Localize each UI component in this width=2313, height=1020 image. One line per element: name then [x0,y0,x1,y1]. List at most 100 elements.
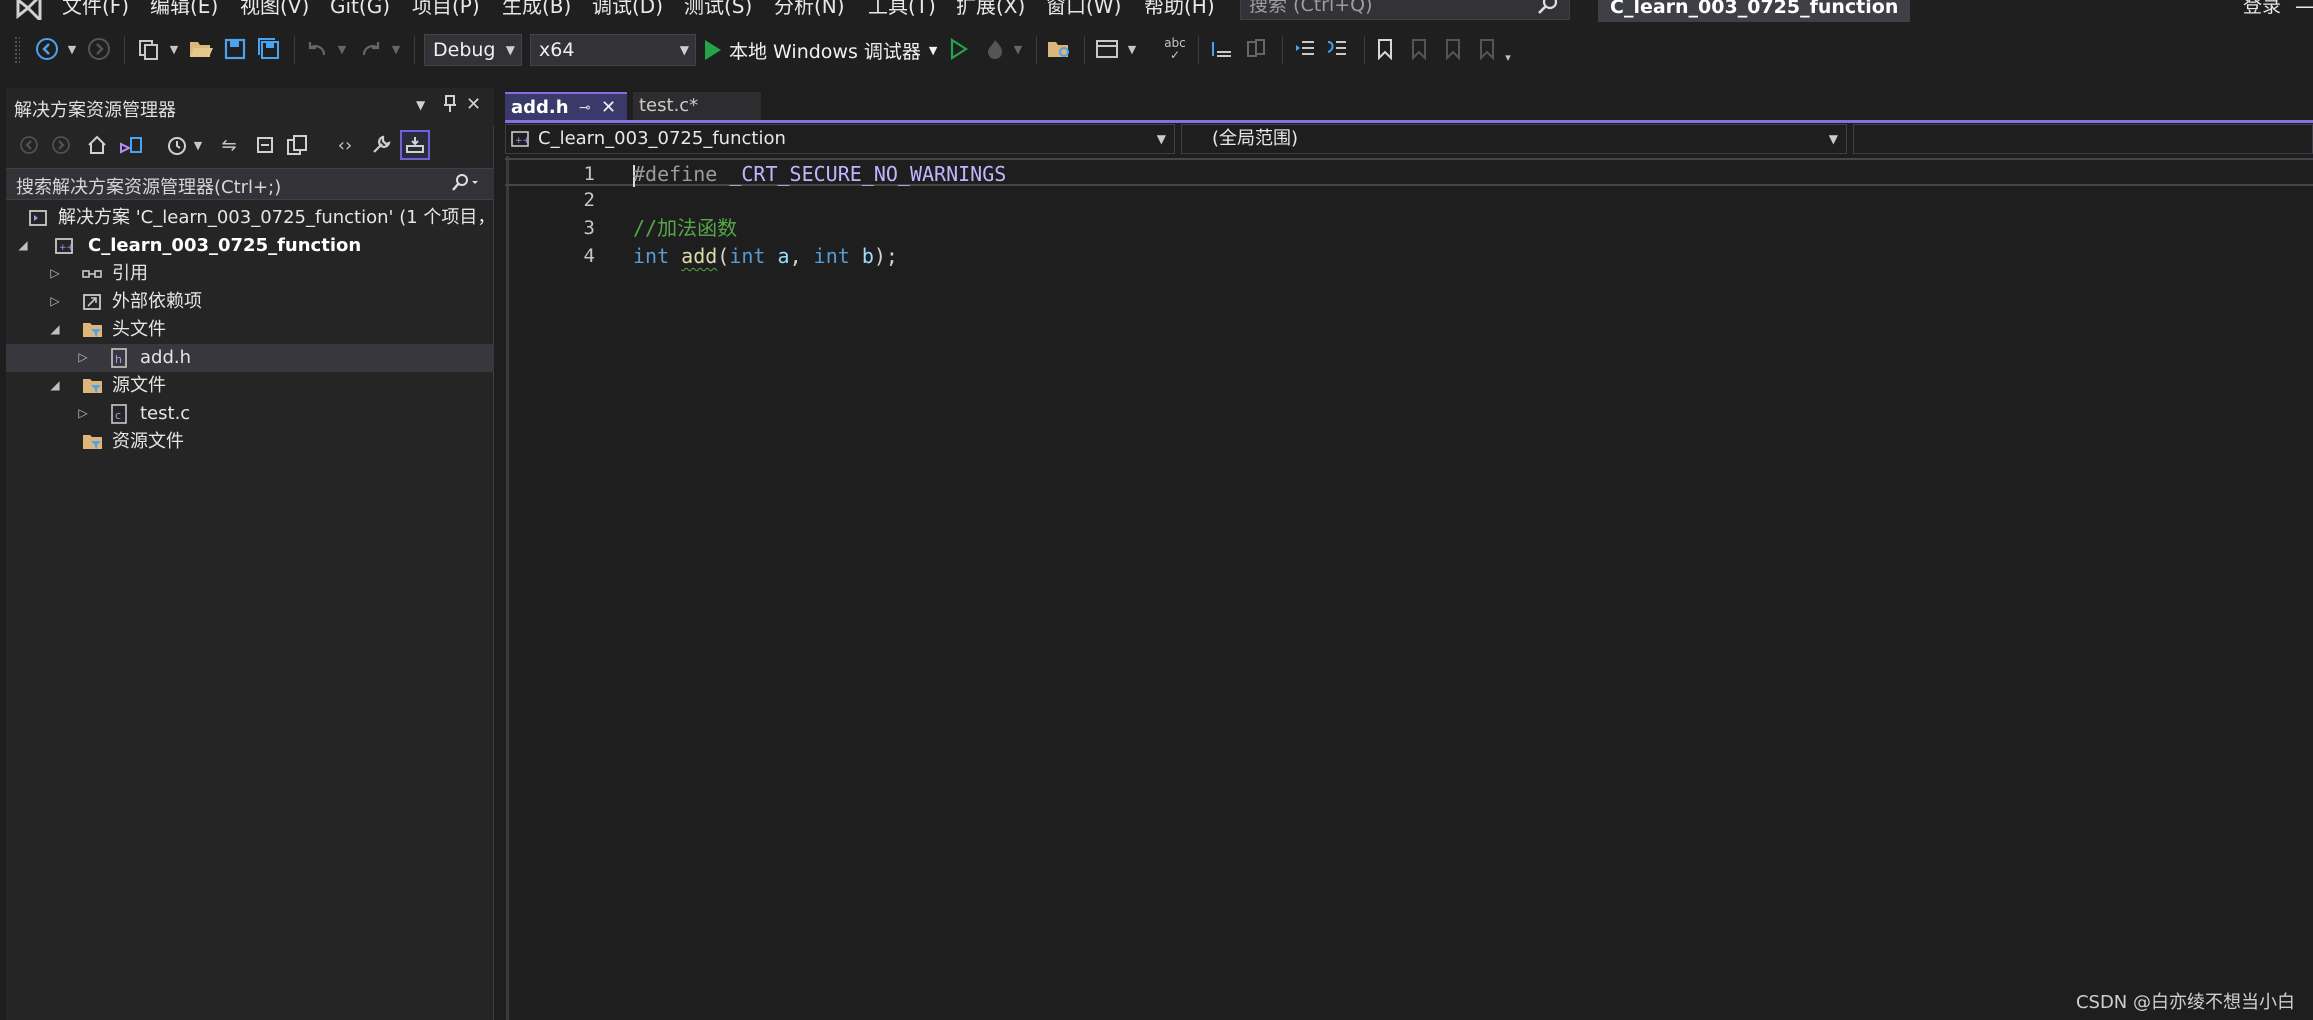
new-project-dropdown-icon[interactable]: ▼ [166,34,182,64]
undo-dropdown-icon[interactable]: ▼ [334,34,350,64]
tree-item-add-h[interactable]: ▷ h add.h [6,344,494,372]
window-layout-icon[interactable] [1092,34,1122,64]
pending-changes-filter-icon[interactable] [162,130,192,160]
menu-analyze[interactable]: 分析(N) [774,0,845,20]
redo-icon[interactable] [356,34,386,64]
spell-check-icon[interactable]: abc ✓ [1160,34,1190,64]
visual-studio-logo-icon[interactable] [14,0,44,24]
tree-item-solution[interactable]: 解决方案 'C_learn_003_0725_function' (1 个项目，… [6,204,494,232]
menu-window[interactable]: 窗口(W) [1046,0,1121,20]
open-file-icon[interactable] [186,34,216,64]
menu-tools[interactable]: 工具(T) [868,0,936,20]
next-bookmark-icon[interactable] [1438,34,1468,64]
bookmark-icon[interactable] [1370,34,1400,64]
toolbar-grip-icon[interactable] [14,36,20,64]
save-all-icon[interactable] [254,34,284,64]
menu-view[interactable]: 视图(V) [240,0,309,20]
menu-edit[interactable]: 编辑(E) [150,0,218,20]
decrease-indent-icon[interactable] [1290,34,1320,64]
close-panel-icon[interactable]: ✕ [466,94,481,115]
home-icon[interactable] [82,130,112,160]
collapsed-icon[interactable]: ▷ [76,349,90,365]
code-line[interactable]: 1 #define _CRT_SECURE_NO_WARNINGS [505,158,2313,188]
login-button[interactable]: 登录 [2243,0,2281,20]
line-number: 3 [583,217,595,239]
tree-item-references[interactable]: ▷ 引用 [6,260,494,288]
code-text: #define _CRT_SECURE_NO_WARNINGS [633,160,1006,188]
menu-extensions[interactable]: 扩展(X) [956,0,1025,20]
properties-wrench-icon[interactable] [366,130,396,160]
close-tab-icon[interactable]: ✕ [601,94,616,122]
tree-item-project[interactable]: ◢ ++ C_learn_003_0725_function [6,232,494,260]
new-project-icon[interactable] [134,34,164,64]
se-back-icon[interactable] [14,130,44,160]
tab-add-h[interactable]: add.h ⊸ ✕ [505,92,627,120]
panel-options-dropdown-icon[interactable]: ▼ [416,98,425,112]
undo-icon[interactable] [302,34,332,64]
expanded-icon[interactable]: ◢ [16,237,30,253]
project-scope-select[interactable]: ++ C_learn_003_0725_function ▼ [505,124,1175,154]
toolbar: ▼ ▼ ▼ ▼ Debug ▼ x64 ▼ 本地 Windows 调试器 ▼ ▼… [0,22,2313,80]
collapsed-icon[interactable]: ▷ [48,265,62,281]
pin-tab-icon[interactable]: ⊸ [579,94,591,122]
toolbar-overflow-icon[interactable]: ▾ [1500,42,1516,72]
sync-active-document-icon[interactable]: ⇋ [214,130,244,160]
menu-test[interactable]: 测试(S) [684,0,752,20]
chevron-down-icon: ▼ [505,43,515,57]
tab-test-c[interactable]: test.c* [633,92,761,120]
navigate-back-dropdown-icon[interactable]: ▼ [64,34,80,64]
solution-explorer-search-input[interactable]: 搜索解决方案资源管理器(Ctrl+;) [6,168,494,200]
tree-item-source-files[interactable]: ◢ 源文件 [6,372,494,400]
se-forward-icon[interactable] [46,130,76,160]
expanded-icon[interactable]: ◢ [48,377,62,393]
menu-help[interactable]: 帮助(H) [1144,0,1215,20]
browse-folder-icon[interactable] [1044,34,1074,64]
collapsed-icon[interactable]: ▷ [48,293,62,309]
play-icon [705,40,721,60]
switch-views-icon[interactable] [116,130,146,160]
navigate-back-icon[interactable] [32,34,62,64]
hot-reload-dropdown-icon[interactable]: ▼ [1010,34,1026,64]
expanded-icon[interactable]: ◢ [48,321,62,337]
uncomment-icon[interactable] [1240,34,1270,64]
menu-build[interactable]: 生成(B) [502,0,571,20]
tree-item-external-deps[interactable]: ▷ 外部依赖项 [6,288,494,316]
tree-item-resource-files[interactable]: 资源文件 [6,428,494,456]
tree-item-test-c[interactable]: ▷ c test.c [6,400,494,428]
navigate-forward-icon[interactable] [84,34,114,64]
previous-bookmark-icon[interactable] [1404,34,1434,64]
tree-item-header-files[interactable]: ◢ 头文件 [6,316,494,344]
menu-git[interactable]: Git(G) [330,0,390,20]
show-all-files-icon[interactable] [282,130,312,160]
menu-file[interactable]: 文件(F) [62,0,129,20]
start-debugging-button[interactable]: 本地 Windows 调试器 ▼ [705,34,937,66]
redo-dropdown-icon[interactable]: ▼ [388,34,404,64]
pending-changes-dropdown-icon[interactable]: ▼ [190,130,206,160]
clear-bookmarks-icon[interactable] [1472,34,1502,64]
platform-select[interactable]: x64 ▼ [530,34,696,66]
preview-selected-items-icon[interactable] [400,130,430,160]
solution-label: 解决方案 'C_learn_003_0725_function' (1 个项目，… [58,207,494,228]
collapsed-icon[interactable]: ▷ [76,405,90,421]
code-line[interactable]: 3 //加法函数 [505,214,2313,242]
menu-debug[interactable]: 调试(D) [592,0,663,20]
start-without-debugging-icon[interactable] [944,34,974,64]
pin-icon[interactable] [442,94,458,119]
comment-out-icon[interactable] [1206,34,1236,64]
increase-indent-icon[interactable] [1322,34,1352,64]
menu-project[interactable]: 项目(P) [412,0,480,20]
save-icon[interactable] [220,34,250,64]
view-code-icon[interactable]: ‹› [330,130,360,160]
menu-bar: 文件(F) 编辑(E) 视图(V) Git(G) 项目(P) 生成(B) 调试(… [0,0,2313,24]
global-scope-select[interactable]: (全局范围) ▼ [1181,124,1847,154]
configuration-select[interactable]: Debug ▼ [424,34,522,66]
member-scope-select[interactable] [1853,124,2313,154]
code-line[interactable]: 4 int add(int a, int b); [505,242,2313,270]
hot-reload-icon[interactable] [980,34,1010,64]
global-search-input[interactable]: 搜索 (Ctrl+Q) [1240,0,1570,20]
code-line[interactable]: 2 [505,186,2313,214]
collapse-all-icon[interactable] [250,130,280,160]
window-minimize-icon[interactable]: — [2295,0,2313,20]
window-layout-dropdown-icon[interactable]: ▼ [1124,34,1140,64]
